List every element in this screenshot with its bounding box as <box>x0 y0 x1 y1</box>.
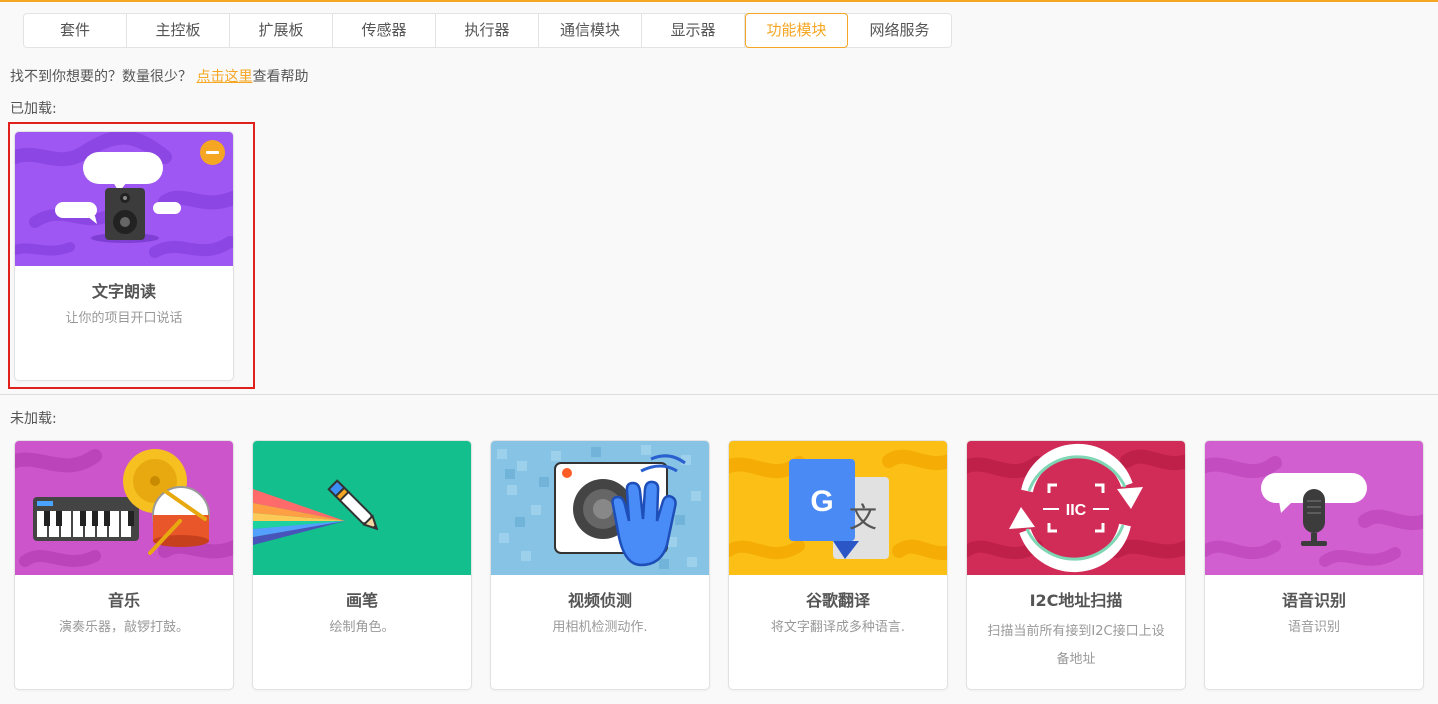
tab-function-modules[interactable]: 功能模块 <box>745 13 848 48</box>
card-cover <box>1205 441 1423 575</box>
card-title: 谷歌翻译 <box>805 591 870 610</box>
unloaded-section-label: 未加载: <box>10 411 57 427</box>
help-suffix: 查看帮助 <box>252 69 309 85</box>
card-cover <box>253 441 471 575</box>
section-divider <box>0 394 1438 395</box>
music-instruments-icon <box>15 441 233 575</box>
card-description: 绘制角色。 <box>329 620 395 635</box>
card-cover <box>15 132 233 266</box>
card-title: 语音识别 <box>1281 591 1346 610</box>
card-title: 视频侦测 <box>567 591 632 610</box>
extension-card-tts[interactable]: 文字朗读 让你的项目开口说话 <box>14 131 234 381</box>
loaded-section-label: 已加载: <box>10 101 57 117</box>
microphone-speech-icon <box>1205 441 1423 575</box>
google-letter: G <box>810 485 833 518</box>
google-translate-icon: G 文 <box>729 441 947 575</box>
card-description: 让你的项目开口说话 <box>65 311 183 326</box>
card-cover: G 文 <box>729 441 947 575</box>
extension-card-music[interactable]: 音乐 演奏乐器，敲锣打鼓。 <box>14 440 234 690</box>
card-description: 将文字翻译成多种语言. <box>770 620 906 635</box>
tab-displays[interactable]: 显示器 <box>642 14 745 47</box>
i2c-scan-icon: IIC <box>967 441 1185 575</box>
extension-card-i2c-scan[interactable]: IIC I2C地址扫描 扫描当前所有接到I2C接口上设备地址 <box>966 440 1186 690</box>
card-description: 扫描当前所有接到I2C接口上设备地址 <box>987 624 1165 667</box>
category-tabs: 套件 主控板 扩展板 传感器 执行器 通信模块 显示器 功能模块 网络服务 <box>23 13 952 48</box>
card-cover <box>15 441 233 575</box>
pen-rainbow-icon <box>253 441 471 575</box>
card-title: I2C地址扫描 <box>1029 591 1123 610</box>
tab-communication[interactable]: 通信模块 <box>539 14 642 47</box>
extension-card-google-translate[interactable]: G 文 谷歌翻译 将文字翻译成多种语言. <box>728 440 948 690</box>
i2c-label: IIC <box>1066 502 1087 519</box>
extension-card-video-sensing[interactable]: 视频侦测 用相机检测动作. <box>490 440 710 690</box>
card-title: 文字朗读 <box>91 282 156 301</box>
help-text: 找不到你想要的？数量很少？ 点击这里查看帮助 <box>10 66 308 86</box>
remove-extension-button[interactable] <box>200 140 225 165</box>
card-title: 画笔 <box>345 591 378 610</box>
extension-card-pen[interactable]: 画笔 绘制角色。 <box>252 440 472 690</box>
tab-actuators[interactable]: 执行器 <box>436 14 539 47</box>
help-prefix: 找不到你想要的？数量很少？ <box>10 69 192 85</box>
tab-kits[interactable]: 套件 <box>24 14 127 47</box>
tab-sensors[interactable]: 传感器 <box>333 14 436 47</box>
tab-network-services[interactable]: 网络服务 <box>848 14 951 47</box>
help-link[interactable]: 点击这里 <box>196 69 252 85</box>
camera-hand-icon <box>491 441 709 575</box>
card-description: 用相机检测动作. <box>552 620 648 635</box>
card-cover <box>491 441 709 575</box>
card-cover: IIC <box>967 441 1185 575</box>
card-title: 音乐 <box>107 591 140 610</box>
tab-expansion-boards[interactable]: 扩展板 <box>230 14 333 47</box>
extension-card-speech-recognition[interactable]: 语音识别 语音识别 <box>1204 440 1424 690</box>
card-description: 演奏乐器，敲锣打鼓。 <box>58 620 189 635</box>
tab-main-boards[interactable]: 主控板 <box>127 14 230 47</box>
card-description: 语音识别 <box>1287 620 1340 635</box>
translate-glyph: 文 <box>849 501 877 534</box>
top-accent-line <box>0 0 1438 2</box>
